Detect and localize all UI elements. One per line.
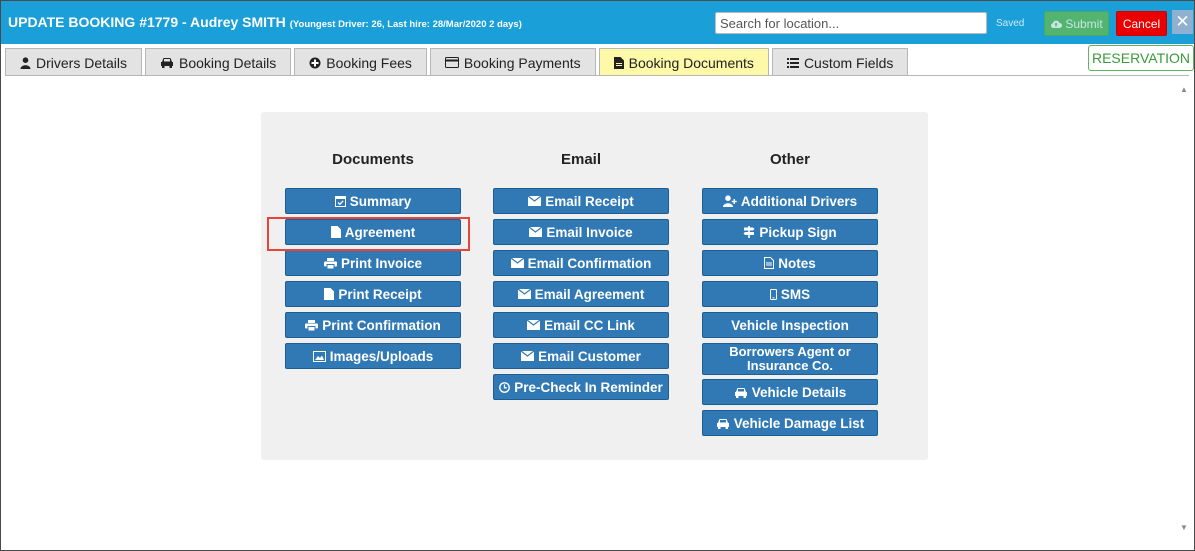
button-label: Borrowers Agent or Insurance Co. [729, 344, 851, 373]
additional-drivers-button[interactable]: Additional Drivers [702, 188, 878, 214]
vehicle-details-button[interactable]: Vehicle Details [702, 379, 878, 405]
button-label: Vehicle Details [751, 384, 847, 400]
user-icon [20, 56, 31, 69]
list-icon [786, 57, 799, 68]
envelope-icon [517, 289, 531, 299]
envelope-icon [510, 258, 524, 268]
submit-label: Submit [1065, 16, 1103, 31]
clock-icon [499, 381, 511, 393]
button-label: Pre-Check In Reminder [514, 379, 663, 395]
booking-subtitle: (Youngest Driver: 26, Last hire: 28/Mar/… [289, 19, 522, 30]
borrowers-agent-button[interactable]: Borrowers Agent or Insurance Co. [702, 343, 878, 375]
button-label: Email Receipt [545, 193, 634, 209]
title-bar: UPDATE BOOKING #1779 - Audrey SMITH (Youn… [1, 1, 1194, 44]
email-receipt-button[interactable]: Email Receipt [493, 188, 669, 214]
print-confirmation-button[interactable]: Print Confirmation [285, 312, 461, 338]
button-label: SMS [780, 286, 811, 302]
tab-label: Booking Payments [463, 54, 581, 71]
car-icon [734, 387, 747, 398]
close-icon[interactable]: ✕ [1172, 10, 1193, 34]
page-title: UPDATE BOOKING #1779 - Audrey SMITH (Youn… [8, 14, 522, 30]
email-customer-button[interactable]: Email Customer [493, 343, 669, 369]
print-invoice-button[interactable]: Print Invoice [285, 250, 461, 276]
button-label: Email CC Link [544, 317, 635, 333]
notes-button[interactable]: Notes [702, 250, 878, 276]
tab-label: Booking Documents [628, 54, 754, 71]
cancel-button[interactable]: Cancel [1116, 11, 1167, 36]
pre-check-in-reminder-button[interactable]: Pre-Check In Reminder [493, 374, 669, 400]
tab-label: Drivers Details [36, 54, 128, 71]
saved-status: Saved [996, 18, 1025, 29]
credit-card-icon [444, 57, 459, 68]
reservation-badge[interactable]: RESERVATION [1088, 45, 1194, 71]
file-text-icon [764, 257, 775, 269]
printer-icon [323, 257, 337, 269]
button-label: Print Invoice [340, 255, 423, 271]
button-label: Email Confirmation [527, 255, 652, 271]
sms-button[interactable]: SMS [702, 281, 878, 307]
vehicle-inspection-button[interactable]: Vehicle Inspection [702, 312, 878, 338]
button-label: Vehicle Inspection [731, 317, 849, 333]
envelope-icon [528, 196, 542, 206]
button-label: Print Receipt [338, 286, 422, 302]
envelope-icon [527, 320, 541, 330]
email-confirmation-button[interactable]: Email Confirmation [493, 250, 669, 276]
envelope-icon [521, 351, 535, 361]
email-heading: Email [560, 151, 602, 168]
button-label: Pickup Sign [759, 224, 837, 240]
image-icon [312, 350, 326, 362]
plus-circle-icon [309, 57, 321, 68]
tab-custom-fields[interactable]: Custom Fields [771, 48, 909, 76]
print-receipt-button[interactable]: Print Receipt [285, 281, 461, 307]
documents-heading: Documents [332, 151, 414, 168]
cloud-upload-icon [1051, 20, 1063, 28]
button-label: Summary [349, 193, 412, 209]
summary-button[interactable]: Summary [285, 188, 461, 214]
pickup-sign-button[interactable]: Pickup Sign [702, 219, 878, 245]
agreement-highlight-box [267, 217, 470, 251]
tab-booking-payments[interactable]: Booking Payments [429, 48, 596, 76]
car-icon [161, 58, 174, 68]
booking-window: UPDATE BOOKING #1779 - Audrey SMITH (Youn… [0, 0, 1195, 551]
button-label: Print Confirmation [322, 317, 441, 333]
scroll-down-icon[interactable]: ▼ [1180, 523, 1188, 532]
tab-booking-fees[interactable]: Booking Fees [294, 48, 427, 76]
tab-booking-documents[interactable]: Booking Documents [598, 48, 769, 76]
printer-icon [305, 319, 319, 331]
tab-label: Booking Details [179, 54, 277, 71]
envelope-icon [529, 227, 543, 237]
button-label: Notes [778, 255, 816, 271]
email-agreement-button[interactable]: Email Agreement [493, 281, 669, 307]
button-label: Email Agreement [534, 286, 645, 302]
user-plus-icon [722, 195, 737, 207]
signpost-icon [743, 226, 755, 238]
submit-button[interactable]: Submit [1044, 11, 1109, 36]
location-search-input[interactable] [715, 12, 987, 34]
other-heading: Other [769, 151, 810, 168]
tab-label: Booking Fees [326, 54, 412, 71]
tab-label: Custom Fields [803, 54, 894, 71]
calendar-check-icon [334, 196, 346, 207]
booking-title: UPDATE BOOKING #1779 - Audrey SMITH [8, 14, 286, 30]
email-invoice-button[interactable]: Email Invoice [493, 219, 669, 245]
mobile-phone-icon [769, 288, 777, 300]
button-label: Images/Uploads [329, 348, 434, 364]
tab-divider [5, 75, 1189, 76]
button-label: Email Customer [538, 348, 641, 364]
images-uploads-button[interactable]: Images/Uploads [285, 343, 461, 369]
tab-drivers-details[interactable]: Drivers Details [5, 48, 143, 76]
button-label: Additional Drivers [740, 193, 858, 209]
button-label: Vehicle Damage List [733, 415, 865, 431]
button-label: Email Invoice [546, 224, 633, 240]
document-icon [613, 56, 624, 69]
file-icon [324, 288, 335, 300]
vehicle-damage-list-button[interactable]: Vehicle Damage List [702, 410, 878, 436]
email-cc-link-button[interactable]: Email CC Link [493, 312, 669, 338]
tab-booking-details[interactable]: Booking Details [145, 48, 292, 76]
tab-bar: Drivers Details Booking Details Booking … [5, 48, 909, 76]
car-icon [716, 418, 729, 429]
scroll-up-icon[interactable]: ▲ [1180, 85, 1188, 94]
